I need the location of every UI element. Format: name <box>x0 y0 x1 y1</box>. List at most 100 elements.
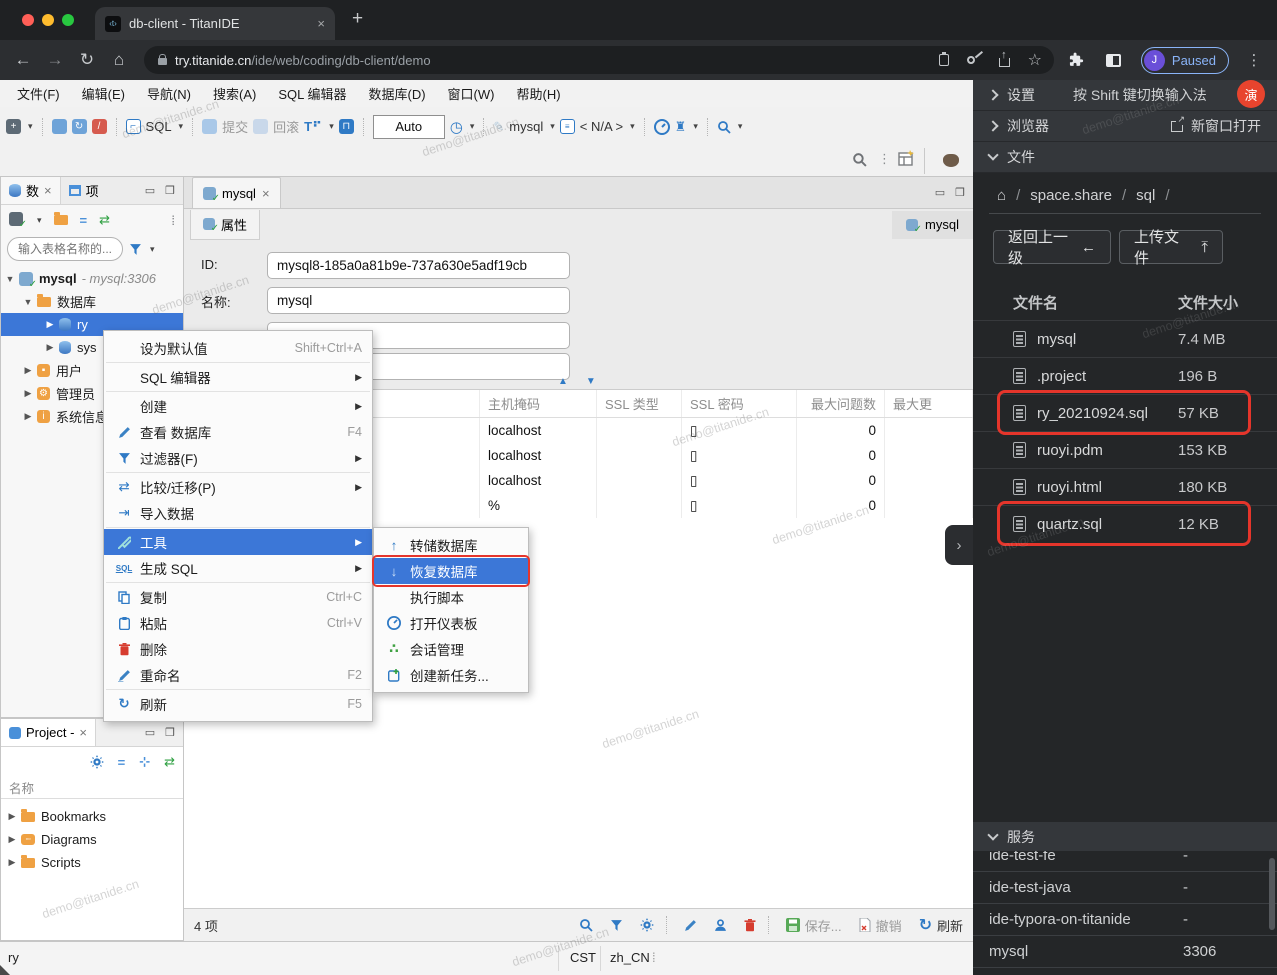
breadcrumb-space-share[interactable]: space.share <box>1030 187 1112 204</box>
home-icon[interactable]: ⌂ <box>106 50 132 70</box>
menu-item-generate-sql[interactable]: SQL 生成 SQL ▶ <box>104 555 372 581</box>
new-tab-button[interactable]: + <box>352 8 363 30</box>
submenu-item-open-dashboard[interactable]: 打开仪表板 <box>374 610 528 636</box>
sidebar-section-settings[interactable]: 设置 按 Shift 键切换输入法 <box>973 80 1277 111</box>
zoom-window-button[interactable] <box>62 14 74 26</box>
sidebar-section-files[interactable]: 文件 <box>973 142 1277 173</box>
back-icon[interactable]: ← <box>10 50 36 70</box>
menu-window[interactable]: 窗口(W) <box>437 84 506 103</box>
sidebar-scrollbar[interactable] <box>1269 858 1275 930</box>
lock-icon[interactable] <box>158 53 167 65</box>
history-dropdown-icon[interactable]: ▾ <box>470 121 475 132</box>
minimize-panel-icon[interactable]: ▭ <box>145 184 155 197</box>
add-user-icon[interactable] <box>714 918 727 932</box>
bookmark-star-icon[interactable]: ☆ <box>1028 50 1042 70</box>
expander-icon[interactable]: ▶ <box>23 411 33 422</box>
file-row-mysql[interactable]: mysql 7.4 MB <box>973 320 1277 357</box>
history-clock-icon[interactable]: ◷ <box>450 118 463 136</box>
file-row-project[interactable]: .project 196 B <box>973 357 1277 394</box>
col-max-questions[interactable]: 最大问题数 <box>797 390 885 417</box>
table-filter-input[interactable] <box>7 237 123 261</box>
service-row-ide-typora[interactable]: ide-typora-on-titanide - <box>973 904 1277 936</box>
new-folder-icon[interactable] <box>53 212 68 225</box>
file-row-ruoyi-pdm[interactable]: ruoyi.pdm 153 KB <box>973 431 1277 468</box>
filter-dropdown-icon[interactable]: ▾ <box>150 244 155 255</box>
col-filename[interactable]: 文件名 <box>1013 292 1058 313</box>
sql-dropdown-icon[interactable]: ▾ <box>179 121 184 132</box>
sql-editor-icon[interactable]: ⌐ <box>125 119 141 134</box>
menu-item-paste[interactable]: 粘贴 Ctrl+V <box>104 610 372 636</box>
expander-icon[interactable]: ▶ <box>45 342 55 353</box>
editor-tab-mysql[interactable]: mysql × <box>192 177 281 208</box>
menu-sql-editor[interactable]: SQL 编辑器 <box>267 84 357 103</box>
tree-diagrams[interactable]: ▶ ▫▫ Diagrams <box>1 828 183 851</box>
quick-search-icon[interactable] <box>852 152 867 167</box>
menu-item-sql-editor[interactable]: SQL 编辑器 ▶ <box>104 364 372 390</box>
name-field[interactable] <box>267 287 570 314</box>
demo-badge[interactable]: 演 <box>1237 80 1265 108</box>
upload-file-button[interactable]: 上传文件 ⤒ <box>1119 229 1223 267</box>
submenu-item-dump-database[interactable]: ↑ 转储数据库 <box>374 532 528 558</box>
editor-tab-close-icon[interactable]: × <box>262 186 270 201</box>
connection-chip[interactable]: mysql <box>892 210 973 239</box>
auto-commit-combo[interactable]: Auto <box>372 114 445 139</box>
connect-plug-icon[interactable] <box>51 119 67 134</box>
expander-icon[interactable]: ▼ <box>5 274 15 284</box>
reload-icon[interactable]: ↻ <box>74 50 100 70</box>
expand-all-icon[interactable]: ⊹ <box>139 754 150 770</box>
filter-funnel-icon[interactable] <box>129 243 142 256</box>
tree-folder-databases[interactable]: ▼ 数据库 <box>1 290 183 313</box>
save-button[interactable]: 保存... <box>785 916 842 935</box>
maximize-editor-icon[interactable]: ❒ <box>955 186 965 199</box>
menu-item-import-data[interactable]: ⇥ 导入数据 <box>104 500 372 526</box>
new-connection-dropdown-icon[interactable]: ▾ <box>37 215 42 226</box>
tab-project[interactable]: Project - × <box>1 719 96 746</box>
tree-bookmarks[interactable]: ▶ Bookmarks <box>1 805 183 828</box>
col-ssl-type[interactable]: SSL 类型 <box>597 390 682 417</box>
service-row-mysql[interactable]: mysql 3306 <box>973 936 1277 968</box>
grid-filter-icon[interactable] <box>610 919 623 932</box>
menu-item-tools[interactable]: 工具 ▶ <box>104 529 372 555</box>
expander-icon[interactable]: ▶ <box>7 834 17 845</box>
col-filesize[interactable]: 文件大小 <box>1178 292 1238 313</box>
col-max-updates[interactable]: 最大更 <box>885 390 973 417</box>
expander-icon[interactable]: ▶ <box>23 365 33 376</box>
breadcrumb-sql[interactable]: sql <box>1136 187 1155 204</box>
dashboard-gauge-icon[interactable] <box>653 118 670 135</box>
collapse-all-icon[interactable]: = <box>118 755 126 770</box>
open-perspective-icon[interactable] <box>898 150 916 167</box>
active-connection-label[interactable]: mysql <box>509 119 543 134</box>
status-locale[interactable]: zh_CN <box>610 950 650 965</box>
open-new-window-button[interactable]: 新窗口打开 <box>1171 113 1261 136</box>
close-window-button[interactable] <box>22 14 34 26</box>
toolbar-search-dropdown-icon[interactable]: ▾ <box>738 121 743 132</box>
database-selector-dropdown-icon[interactable]: ▾ <box>630 121 635 132</box>
maximize-panel-icon[interactable]: ❒ <box>165 184 175 197</box>
collapse-expand-arrows[interactable]: ▲▼ <box>558 376 614 387</box>
menu-help[interactable]: 帮助(H) <box>505 84 571 103</box>
grid-settings-gear-icon[interactable] <box>639 918 654 932</box>
disconnect-plug-icon[interactable]: / <box>91 119 107 134</box>
new-connection-dropdown-icon[interactable]: ▾ <box>28 121 33 132</box>
expander-icon[interactable]: ▼ <box>23 297 33 307</box>
submenu-item-execute-script[interactable]: 执行脚本 <box>374 584 528 610</box>
menu-item-create[interactable]: 创建 ▶ <box>104 393 372 419</box>
minimize-editor-icon[interactable]: ▭ <box>935 186 945 199</box>
collapse-all-icon[interactable]: = <box>80 213 88 228</box>
home-icon[interactable]: ⌂ <box>997 187 1006 204</box>
task-list-icon[interactable]: ≡ <box>559 119 575 134</box>
expander-icon[interactable]: ▶ <box>7 811 17 822</box>
compare-structure-icon[interactable]: ♜ <box>675 119 687 135</box>
link-with-editor-icon[interactable]: ⇄ <box>99 212 110 228</box>
sql-dropdown-label[interactable]: SQL <box>146 119 172 134</box>
reconnect-plug-icon[interactable]: ↻ <box>71 119 87 134</box>
share-icon[interactable] <box>998 49 1010 67</box>
new-connection-icon[interactable]: + <box>6 119 21 134</box>
settings-gear-icon[interactable] <box>89 755 104 769</box>
side-panel-icon[interactable] <box>1105 53 1121 67</box>
transaction-dropdown-icon[interactable]: ▾ <box>329 121 334 132</box>
database-selector-label[interactable]: < N/A > <box>580 119 623 134</box>
commit-label[interactable]: 提交 <box>222 117 248 136</box>
perspective-dots-icon[interactable]: ⋮ <box>878 151 891 167</box>
tab-close-icon[interactable]: × <box>317 16 325 31</box>
